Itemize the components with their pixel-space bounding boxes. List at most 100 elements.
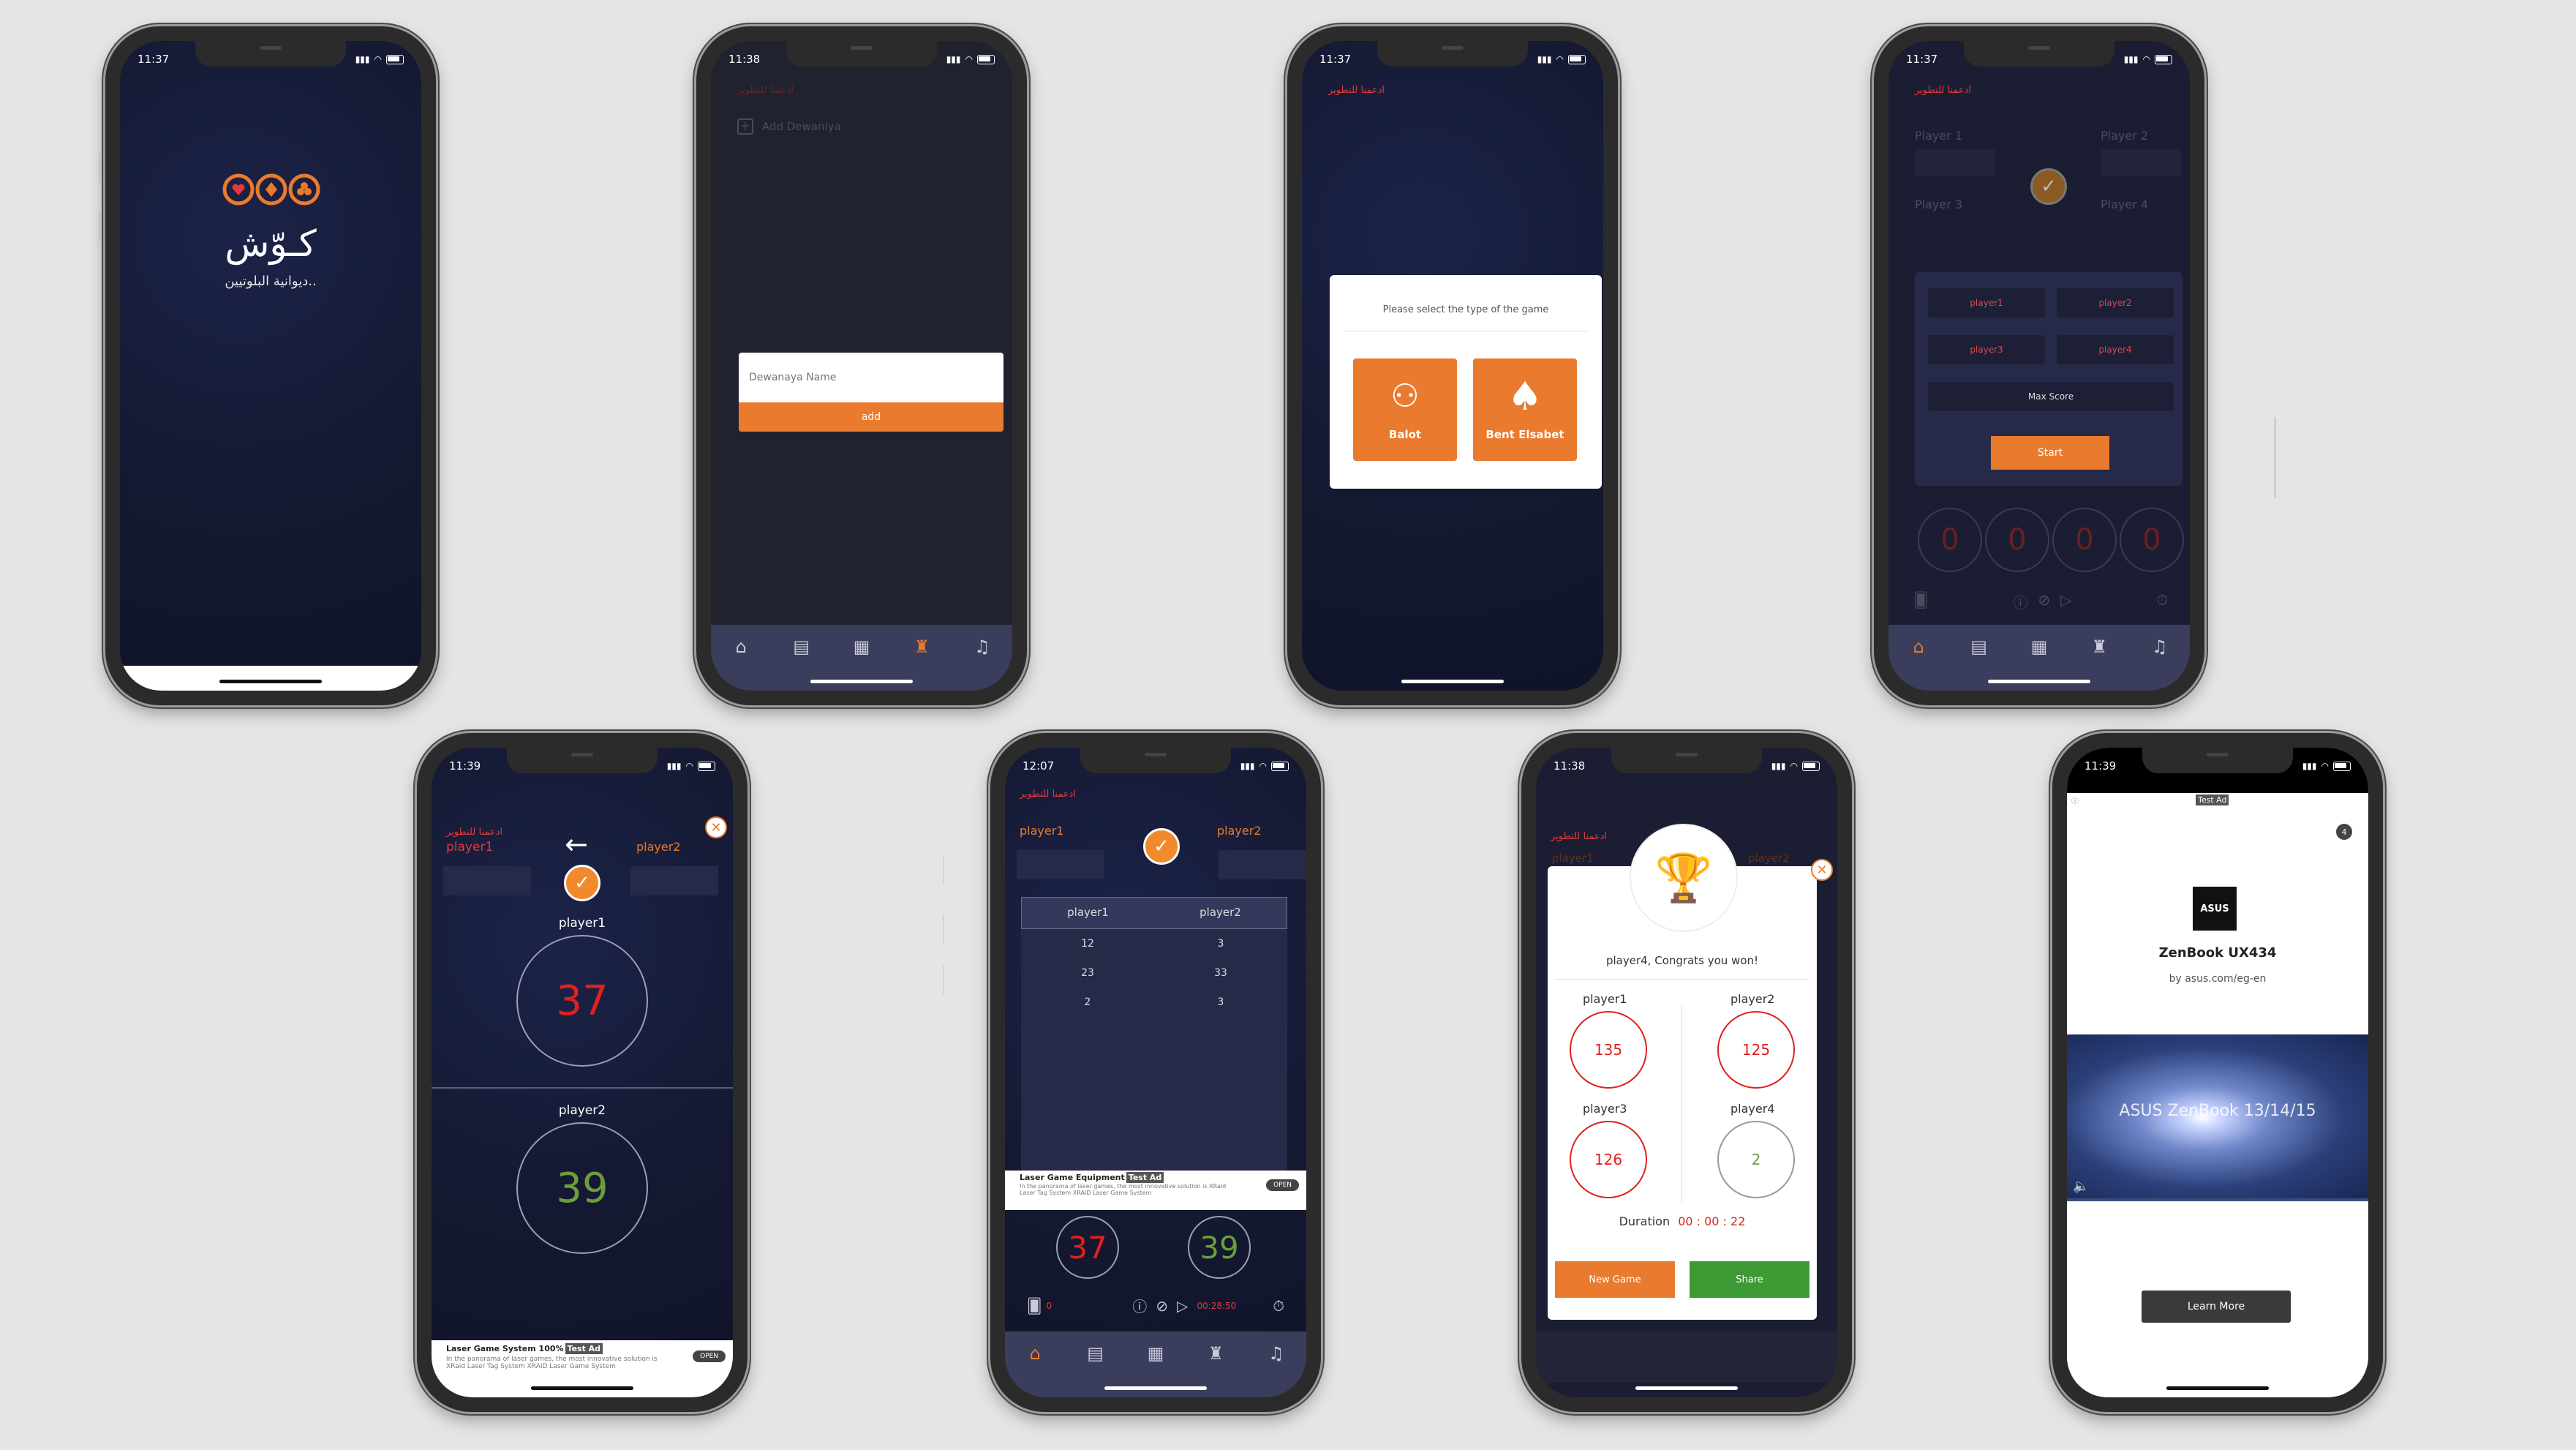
signal-icon: ▮▮▮: [666, 761, 682, 771]
app-logo-icon: [222, 173, 320, 206]
share-button[interactable]: Share: [1690, 1261, 1809, 1298]
score-table: player1 player2 12 3 23 33 2 3: [1021, 897, 1287, 1171]
add-dewaniya-row[interactable]: + Add Dewaniya: [737, 119, 841, 135]
phone-interstitial-ad: 11:39 ▮▮▮ ◠ ⓘ Test Ad 4 ASUS ZenBook UX43…: [2052, 733, 2383, 1412]
tab-records-icon[interactable]: ▤: [789, 635, 814, 658]
tab-dewaniya-icon[interactable]: ♜: [1203, 1342, 1228, 1365]
balot-label: Balot: [1388, 428, 1422, 441]
splash-screen: 11:37 ▮▮▮ ◠ كـوّش ديوانية البلوتيين..: [120, 41, 421, 691]
tab-home-icon[interactable]: ⌂: [1023, 1342, 1047, 1365]
close-icon[interactable]: ✕: [705, 816, 727, 838]
close-icon[interactable]: ✕: [1811, 859, 1833, 881]
tab-music-icon[interactable]: ♫: [970, 635, 995, 658]
ad-video[interactable]: ASUS ZenBook 13/14/15 🔈: [2067, 1034, 2368, 1201]
table-cell: 3: [1217, 996, 1224, 1008]
ad-open-button[interactable]: OPEN: [693, 1351, 726, 1362]
adchoices-icon[interactable]: ⓘ: [2071, 795, 2079, 805]
support-link[interactable]: ادعمنا للتطوير: [1915, 85, 1971, 96]
tab-home-icon[interactable]: ⌂: [728, 635, 753, 658]
brand-name: ASUS: [2200, 903, 2229, 914]
support-link[interactable]: ادعمنا للتطوير: [737, 85, 794, 96]
info-icon[interactable]: ⓘ: [1132, 1295, 1147, 1316]
tab-dewaniya-icon[interactable]: ♜: [909, 635, 934, 658]
slot-box: [2101, 149, 2181, 176]
tab-scores-icon[interactable]: ▦: [2027, 635, 2052, 658]
trophy-icon: 🏆: [1654, 851, 1713, 906]
player1-score-circle: 135: [1570, 1011, 1647, 1089]
table-row: 23 33: [1021, 958, 1287, 988]
player1-input[interactable]: player1: [1928, 288, 2045, 318]
spade-icon: ♠: [1507, 373, 1543, 419]
timer-icon[interactable]: ⏱: [1273, 1297, 1284, 1315]
tab-records-icon[interactable]: ▤: [1083, 1342, 1108, 1365]
bent-elsabet-button[interactable]: ♠ Bent Elsabet: [1473, 358, 1577, 461]
signal-icon: ▮▮▮: [1240, 761, 1255, 771]
start-button[interactable]: Start: [1991, 436, 2109, 470]
divider: [99, 212, 100, 241]
status-bar: 11:38 ▮▮▮ ◠: [728, 51, 995, 67]
tab-records-icon[interactable]: ▤: [1967, 635, 1992, 658]
banner-ad[interactable]: Laser Game Equipment Test Ad In the panor…: [1005, 1171, 1306, 1210]
slot-player-4: Player 4: [2101, 198, 2149, 211]
support-link[interactable]: ادعمنا للتطوير: [446, 827, 502, 838]
status-bar: 11:39 ▮▮▮ ◠: [449, 758, 715, 774]
signal-icon: ▮▮▮: [1537, 54, 1552, 64]
play-icon[interactable]: ▷: [1177, 1297, 1188, 1315]
video-progress: [2067, 1198, 2368, 1201]
volume-icon[interactable]: 🔈: [2073, 1179, 2089, 1194]
home-indicator: [810, 680, 913, 683]
player4-input[interactable]: player4: [2057, 335, 2174, 364]
status-bar: 11:38 ▮▮▮ ◠: [1553, 758, 1820, 774]
wifi-icon: ◠: [685, 761, 693, 771]
score-circle: 0: [2052, 508, 2117, 572]
max-score-input[interactable]: Max Score: [1928, 382, 2174, 411]
player4-score: 2: [1751, 1151, 1761, 1168]
bent-elsabet-label: Bent Elsabet: [1485, 428, 1564, 441]
support-link[interactable]: ادعمنا للتطوير: [1328, 85, 1385, 96]
status-bar: 11:37 ▮▮▮ ◠: [1319, 51, 1586, 67]
player2-input[interactable]: player2: [2057, 288, 2174, 318]
info-icon: ⓘ: [2013, 594, 2028, 612]
phone-team-score: 11:39 ▮▮▮ ◠ ادعمنا للتطوير player1 player…: [417, 733, 747, 1412]
new-game-button[interactable]: New Game: [1555, 1261, 1675, 1298]
support-link[interactable]: ادعمنا للتطوير: [1020, 789, 1076, 800]
player3-input[interactable]: player3: [1928, 335, 2045, 364]
balot-button[interactable]: ⚇ Balot: [1353, 358, 1457, 461]
phone-add-dewaniya: 11:38 ▮▮▮ ◠ ادعمنا للتطوير + Add Dewaniya…: [696, 26, 1027, 705]
status-time: 11:38: [1553, 759, 1586, 773]
game-controls: 🂠 ⓘ ⊘ ▷ ⏱: [1913, 591, 2168, 612]
dewaniya-dialog: add: [739, 353, 1003, 432]
tab-scores-icon[interactable]: ▦: [849, 635, 874, 658]
status-bar: 11:39 ▮▮▮ ◠: [2084, 758, 2351, 774]
learn-more-button[interactable]: Learn More: [2142, 1291, 2291, 1323]
tab-music-icon[interactable]: ♫: [2147, 635, 2172, 658]
status-time: 11:39: [2084, 759, 2117, 773]
tab-scores-icon[interactable]: ▦: [1143, 1342, 1168, 1365]
ad-body-area: ⓘ Test Ad 4 ASUS ZenBook UX434 by asus.c…: [2067, 793, 2368, 1397]
tab-dewaniya-icon[interactable]: ♜: [2087, 635, 2112, 658]
team1-box: [443, 866, 531, 895]
ad-open-button[interactable]: OPEN: [1266, 1179, 1299, 1191]
home-indicator: [2166, 1386, 2269, 1390]
tab-home-icon[interactable]: ⌂: [1906, 635, 1931, 658]
phone-splash: 11:37 ▮▮▮ ◠ كـوّش ديوانية البلوتيين..: [105, 26, 436, 705]
status-time: 11:37: [138, 53, 170, 66]
team2-box: [1219, 850, 1306, 879]
test-ad-badge: Test Ad: [2196, 795, 2229, 805]
tab-music-icon[interactable]: ♫: [1264, 1342, 1289, 1365]
dewaniya-name-input[interactable]: [747, 360, 992, 395]
phone-score-table: 12:07 ▮▮▮ ◠ ادعمنا للتطوير player1 player…: [990, 733, 1321, 1412]
score-value: 0: [2075, 523, 2094, 557]
table-cell: 3: [1217, 938, 1224, 950]
team-score-screen: 11:39 ▮▮▮ ◠ ادعمنا للتطوير player1 player…: [432, 748, 733, 1397]
wifi-icon: ◠: [965, 54, 973, 64]
battery-icon: [1271, 761, 1289, 771]
team2-score-circle: 39: [1188, 1216, 1251, 1279]
team2-box: [630, 866, 718, 895]
back-arrow-icon[interactable]: ←: [565, 828, 588, 860]
mute-icon[interactable]: ⊘: [1156, 1297, 1168, 1315]
slot-box: [1915, 149, 1995, 176]
add-button[interactable]: add: [739, 402, 1003, 432]
duration-value: 00 : 00 : 22: [1678, 1214, 1746, 1228]
support-link[interactable]: ادعمنا للتطوير: [1551, 831, 1607, 842]
